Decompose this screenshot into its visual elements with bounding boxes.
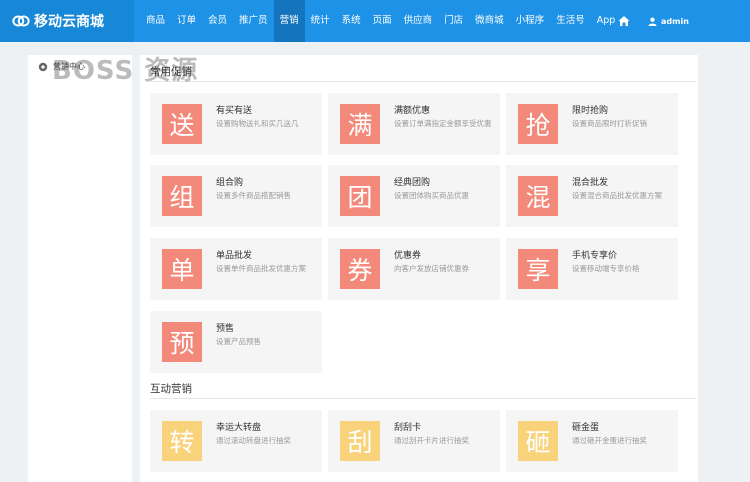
nav-item[interactable]: 会员 [202,0,233,42]
watermark: BOSS 资源 [52,56,199,86]
promo-title: 限时抢购 [572,106,609,116]
promo-description: 通过刮开卡片进行抽奖 [394,436,469,445]
brand-name: 移动云商城 [34,14,104,30]
promo-card[interactable]: 单 单品批发设置单件商品批发优惠方案 [150,238,322,300]
promo-description: 通过砸开金蛋进行抽奖 [572,436,647,445]
top-navbar: 移动云商城 商品 订单 会员 推广员 营销 统计 系统 页面 供应商 门店 微商城 小程序 生活号 App… [0,0,750,42]
sidebar: 营销中心 [28,55,132,482]
username: admin [661,16,689,26]
promo-card[interactable]: 享 手机专享价设置移动端专享价格 [506,238,678,300]
promo-glyph-icon: 送 [162,104,202,144]
nav-item[interactable]: 供应商 [398,0,439,42]
promo-title: 优惠券 [394,251,422,261]
promo-glyph-icon: 组 [162,176,202,216]
promo-description: 通过滚动转盘进行抽奖 [216,436,291,445]
nav-item[interactable]: 小程序 [510,0,551,42]
promo-description: 设置商品限时打折促销 [572,119,647,128]
nav-item[interactable]: 统计 [305,0,336,42]
user-icon [648,17,657,26]
promo-glyph-icon: 混 [518,176,558,216]
promo-description: 设置多件商品搭配销售 [216,191,291,200]
promo-title: 砸金蛋 [572,423,600,433]
promo-title: 刮刮卡 [394,423,422,433]
nav-item[interactable]: 商品 [140,0,171,42]
promo-card[interactable]: 混 混合批发设置混合商品批发优惠方案 [506,165,678,227]
promo-description: 设置单件商品批发优惠方案 [216,264,306,273]
promo-description: 设置混合商品批发优惠方案 [572,191,662,200]
promo-card[interactable]: 团 经典团购设置团体购买商品优惠 [328,165,500,227]
promo-card[interactable]: 满 满额优惠设置订单满指定金额享受优惠 [328,93,500,155]
nav-item[interactable]: 生活号 [550,0,591,42]
nav-item[interactable]: 营销 [273,0,305,42]
promo-glyph-icon: 转 [162,421,202,461]
promo-card[interactable]: 预 预售设置产品预售 [150,311,322,373]
nav-item[interactable]: 门店 [438,0,469,42]
promo-description: 设置产品预售 [216,337,261,346]
promo-title: 经典团购 [394,178,431,188]
promo-glyph-icon: 团 [340,176,380,216]
promo-title: 幸运大转盘 [216,423,262,433]
promo-glyph-icon: 预 [162,322,202,362]
promo-glyph-icon: 砸 [518,421,558,461]
gear-icon [38,62,48,71]
promo-title: 预售 [216,324,235,334]
promo-glyph-icon: 享 [518,249,558,289]
promo-title: 手机专享价 [572,251,618,261]
promo-title: 满额优惠 [394,106,431,116]
promo-card[interactable]: 转 幸运大转盘通过滚动转盘进行抽奖 [150,410,322,472]
promo-card[interactable]: 送 有买有送设置购物送礼和买几送几 [150,93,322,155]
section-title: 互动营销 [150,383,192,395]
nav-item[interactable]: App [591,0,622,42]
promo-description: 设置购物送礼和买几送几 [216,119,299,128]
promo-description: 设置订单满指定金额享受优惠 [394,119,492,128]
promo-card[interactable]: 券 优惠券向客户发放店铺优惠券 [328,238,500,300]
section-divider [150,398,696,399]
main-nav: 商品 订单 会员 推广员 营销 统计 系统 页面 供应商 门店 微商城 小程序 生活号 App [140,0,621,42]
nav-item[interactable]: 订单 [171,0,202,42]
promo-glyph-icon: 单 [162,249,202,289]
promo-title: 混合批发 [572,178,609,188]
promo-card[interactable]: 组 组合购设置多件商品搭配销售 [150,165,322,227]
nav-item[interactable]: 系统 [336,0,367,42]
section-divider [150,81,696,82]
promo-glyph-icon: 抢 [518,104,558,144]
promo-glyph-icon: 刮 [340,421,380,461]
brand[interactable]: 移动云商城 [0,0,134,42]
promo-title: 组合购 [216,178,244,188]
promo-title: 有买有送 [216,106,253,116]
promo-glyph-icon: 券 [340,249,380,289]
home-icon[interactable] [618,15,630,27]
nav-item[interactable]: 推广员 [233,0,274,42]
promo-description: 向客户发放店铺优惠券 [394,264,469,273]
promo-description: 设置移动端专享价格 [572,264,640,273]
user-menu[interactable]: admin [648,12,689,30]
promo-glyph-icon: 满 [340,104,380,144]
promo-card[interactable]: 刮 刮刮卡通过刮开卡片进行抽奖 [328,410,500,472]
nav-item[interactable]: 微商城 [469,0,510,42]
main-panel: 常用促销送有买有送 设置购物送礼和买几送几满满额优惠 设置订单满指定金额享受优惠抢限… [140,55,698,482]
nav-item[interactable]: 页面 [367,0,398,42]
promo-description: 设置团体购买商品优惠 [394,191,469,200]
brand-logo-icon [12,15,30,27]
promo-card[interactable]: 砸 砸金蛋通过砸开金蛋进行抽奖 [506,410,678,472]
promo-card[interactable]: 抢 限时抢购设置商品限时打折促销 [506,93,678,155]
promo-title: 单品批发 [216,251,253,261]
